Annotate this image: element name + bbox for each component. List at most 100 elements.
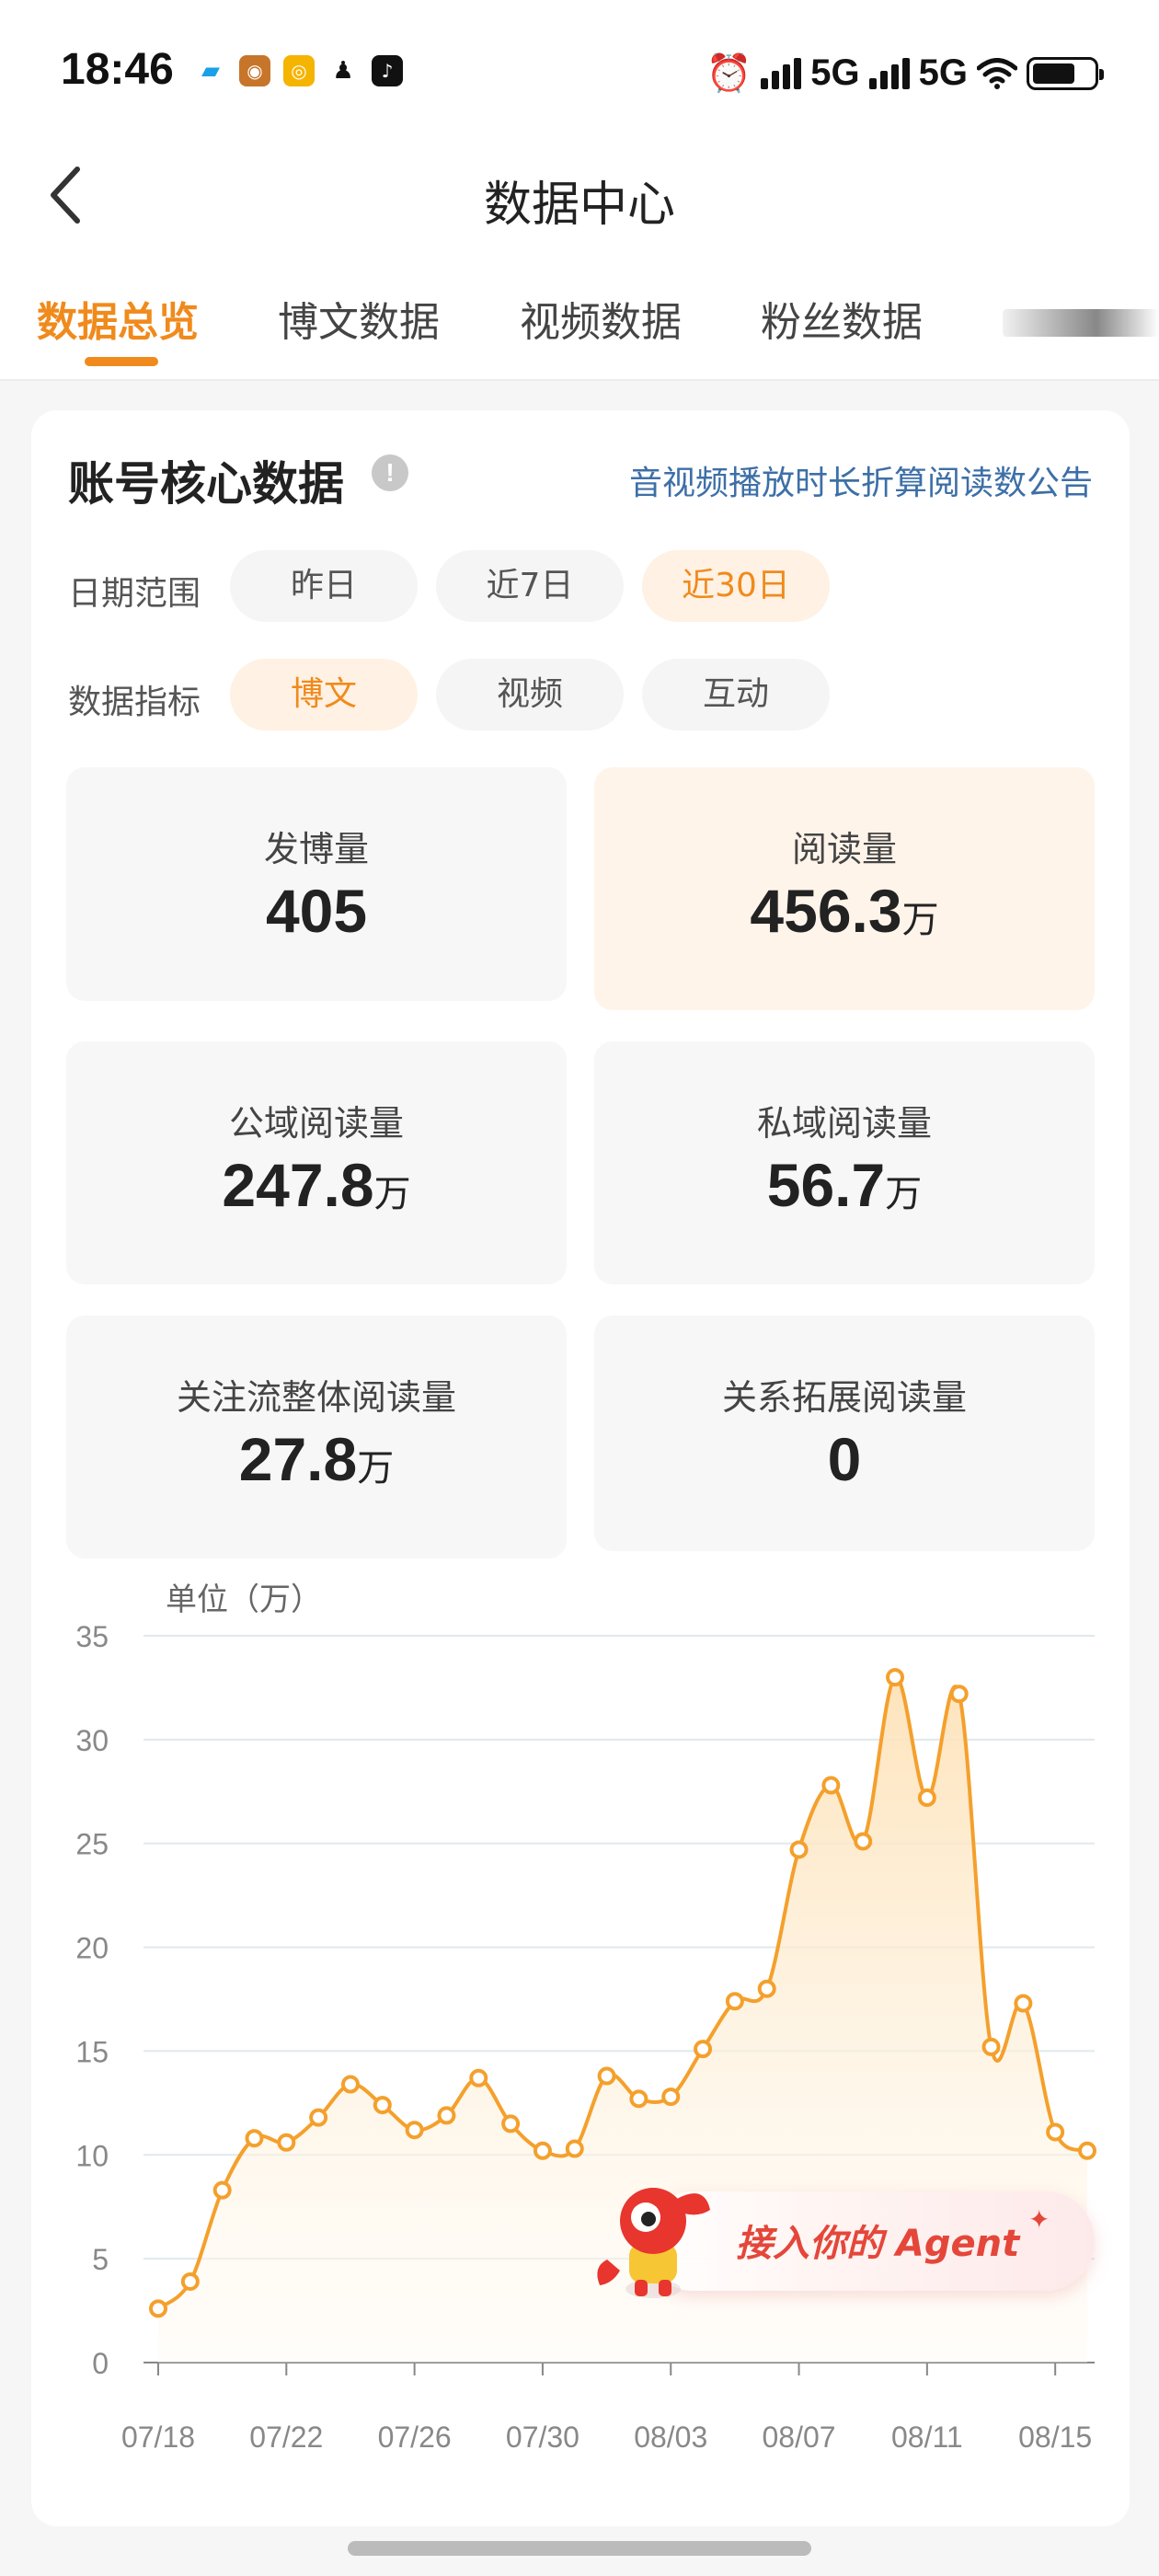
y-tick-label: 15: [75, 2035, 109, 2068]
date-range-label: 日期范围: [68, 575, 201, 613]
data-point: [757, 1979, 776, 1998]
tab-bar: 数据总览 博文数据 视频数据 粉丝数据: [0, 258, 1159, 381]
data-point: [1014, 1994, 1033, 2013]
data-point: [821, 1776, 841, 1795]
card-title: 账号核心数据: [68, 457, 344, 511]
data-point: [917, 1788, 936, 1808]
network-label-1: 5G: [810, 52, 860, 93]
data-point: [981, 2037, 1001, 2056]
data-point: [694, 2040, 713, 2059]
alarm-icon: ⏰: [706, 53, 752, 94]
data-point: [149, 2299, 167, 2318]
y-tick-label: 30: [75, 1724, 109, 1757]
data-point: [597, 2066, 616, 2086]
metric-label: 关系拓展阅读量: [721, 1377, 967, 1418]
metric-value: 56.7万: [766, 1151, 923, 1219]
metric-public-reads[interactable]: 公域阅读量 247.8万: [66, 1041, 567, 1284]
sparkle-icon: ✦: [1028, 2204, 1050, 2235]
metric-value: 456.3万: [750, 877, 939, 945]
x-tick-label: 08/07: [763, 2421, 836, 2454]
date-option-30d[interactable]: 近30日: [642, 550, 830, 622]
map-app-icon: ▰: [195, 55, 226, 86]
nav-bar: 数据中心: [0, 138, 1159, 258]
y-tick-label: 35: [75, 1620, 109, 1653]
data-point: [949, 1685, 969, 1704]
y-tick-label: 20: [75, 1932, 109, 1965]
data-point: [405, 2121, 424, 2140]
data-point: [212, 2180, 232, 2200]
y-tick-label: 0: [92, 2347, 109, 2380]
network-label-2: 5G: [918, 52, 968, 93]
data-point: [373, 2096, 392, 2115]
y-tick-label: 5: [92, 2243, 109, 2276]
metric-reads[interactable]: 阅读量 456.3万: [594, 767, 1095, 1010]
status-time: 18:46: [61, 45, 174, 94]
chart-svg: 单位（万） 0 5 10 15 20 25 30 35 07/18 07/22 07/26 07/30 0…: [75, 1581, 1096, 2454]
metric-label: 公域阅读量: [228, 1103, 404, 1144]
data-point: [886, 1668, 905, 1687]
date-option-7d[interactable]: 近7日: [436, 550, 624, 622]
data-point: [501, 2114, 521, 2133]
metric-posts[interactable]: 发博量 405: [66, 767, 567, 1001]
agent-entry-button[interactable]: 接入你的 Agent ✦: [589, 2171, 1104, 2298]
x-tick-label: 07/26: [378, 2421, 452, 2454]
x-tick-label: 07/18: [121, 2421, 195, 2454]
x-tick-label: 08/03: [634, 2421, 707, 2454]
data-point: [1078, 2141, 1096, 2160]
data-point: [789, 1840, 809, 1859]
metric-label: 关注流整体阅读量: [176, 1377, 456, 1418]
tiktok-app-icon: ♪: [372, 55, 403, 86]
data-point: [437, 2106, 456, 2125]
x-tick-label: 07/30: [506, 2421, 580, 2454]
metric-label: 私域阅读量: [756, 1103, 932, 1144]
tab-post-data[interactable]: 博文数据: [278, 289, 440, 348]
data-point: [725, 1992, 744, 2011]
tab-active-indicator: [85, 357, 158, 366]
reads-trend-chart: 单位（万） 0 5 10 15 20 25 30 35 07/18 07/22 07/26 07/30 0…: [31, 1579, 1130, 2526]
data-point: [245, 2129, 264, 2148]
status-bar: 18:46 ▰ ◉ ◎ ♟ ♪ ⏰ 5G 5G: [0, 0, 1159, 138]
data-point: [309, 2108, 328, 2127]
tab-overview[interactable]: 数据总览: [37, 289, 199, 348]
metric-follow-feed-reads[interactable]: 关注流整体阅读量 27.8万: [66, 1316, 567, 1558]
metric-relation-reads[interactable]: 关系拓展阅读量 0: [594, 1316, 1095, 1551]
y-tick-label: 10: [75, 2139, 109, 2172]
date-option-yesterday[interactable]: 昨日: [230, 550, 418, 622]
info-icon[interactable]: !: [372, 454, 408, 491]
x-tick-label: 07/22: [249, 2421, 323, 2454]
battery-icon: [1027, 56, 1104, 90]
indicator-option-interaction[interactable]: 互动: [642, 659, 830, 730]
x-tick-label: 08/15: [1018, 2421, 1092, 2454]
wifi-icon: [977, 57, 1017, 89]
indicator-option-post[interactable]: 博文: [230, 659, 418, 730]
notice-link[interactable]: 音视频播放时长折算阅读数公告: [629, 456, 1093, 504]
tab-overflow-fade[interactable]: [1003, 309, 1159, 337]
y-tick-label: 25: [75, 1828, 109, 1861]
tab-video-data[interactable]: 视频数据: [520, 289, 682, 348]
x-tick-label: 08/11: [891, 2421, 963, 2454]
data-point: [277, 2133, 296, 2152]
data-point: [469, 2068, 488, 2087]
chart-unit-label: 单位（万）: [166, 1581, 322, 1618]
metric-value: 247.8万: [222, 1151, 411, 1219]
data-point: [1046, 2122, 1065, 2142]
home-indicator[interactable]: [348, 2541, 811, 2556]
metric-label: 阅读量: [791, 829, 897, 869]
tab-fans-data[interactable]: 粉丝数据: [761, 289, 923, 348]
indicator-option-video[interactable]: 视频: [436, 659, 624, 730]
signal-icon-2: [868, 57, 910, 89]
notification-icons: ▰ ◉ ◎ ♟ ♪: [195, 55, 403, 86]
data-point: [629, 2089, 648, 2109]
status-right: ⏰ 5G 5G: [706, 52, 1104, 95]
mascot-icon: [597, 2188, 710, 2298]
data-point: [180, 2271, 200, 2291]
qq-app-icon: ♟: [327, 55, 359, 86]
metric-private-reads[interactable]: 私域阅读量 56.7万: [594, 1041, 1095, 1284]
game-app-icon: ◉: [239, 55, 270, 86]
page-title: 数据中心: [483, 178, 675, 233]
metric-value: 27.8万: [238, 1425, 395, 1493]
data-point: [533, 2141, 552, 2160]
metric-value: 0: [827, 1425, 862, 1493]
data-point: [565, 2139, 584, 2158]
data-point: [340, 2075, 360, 2094]
